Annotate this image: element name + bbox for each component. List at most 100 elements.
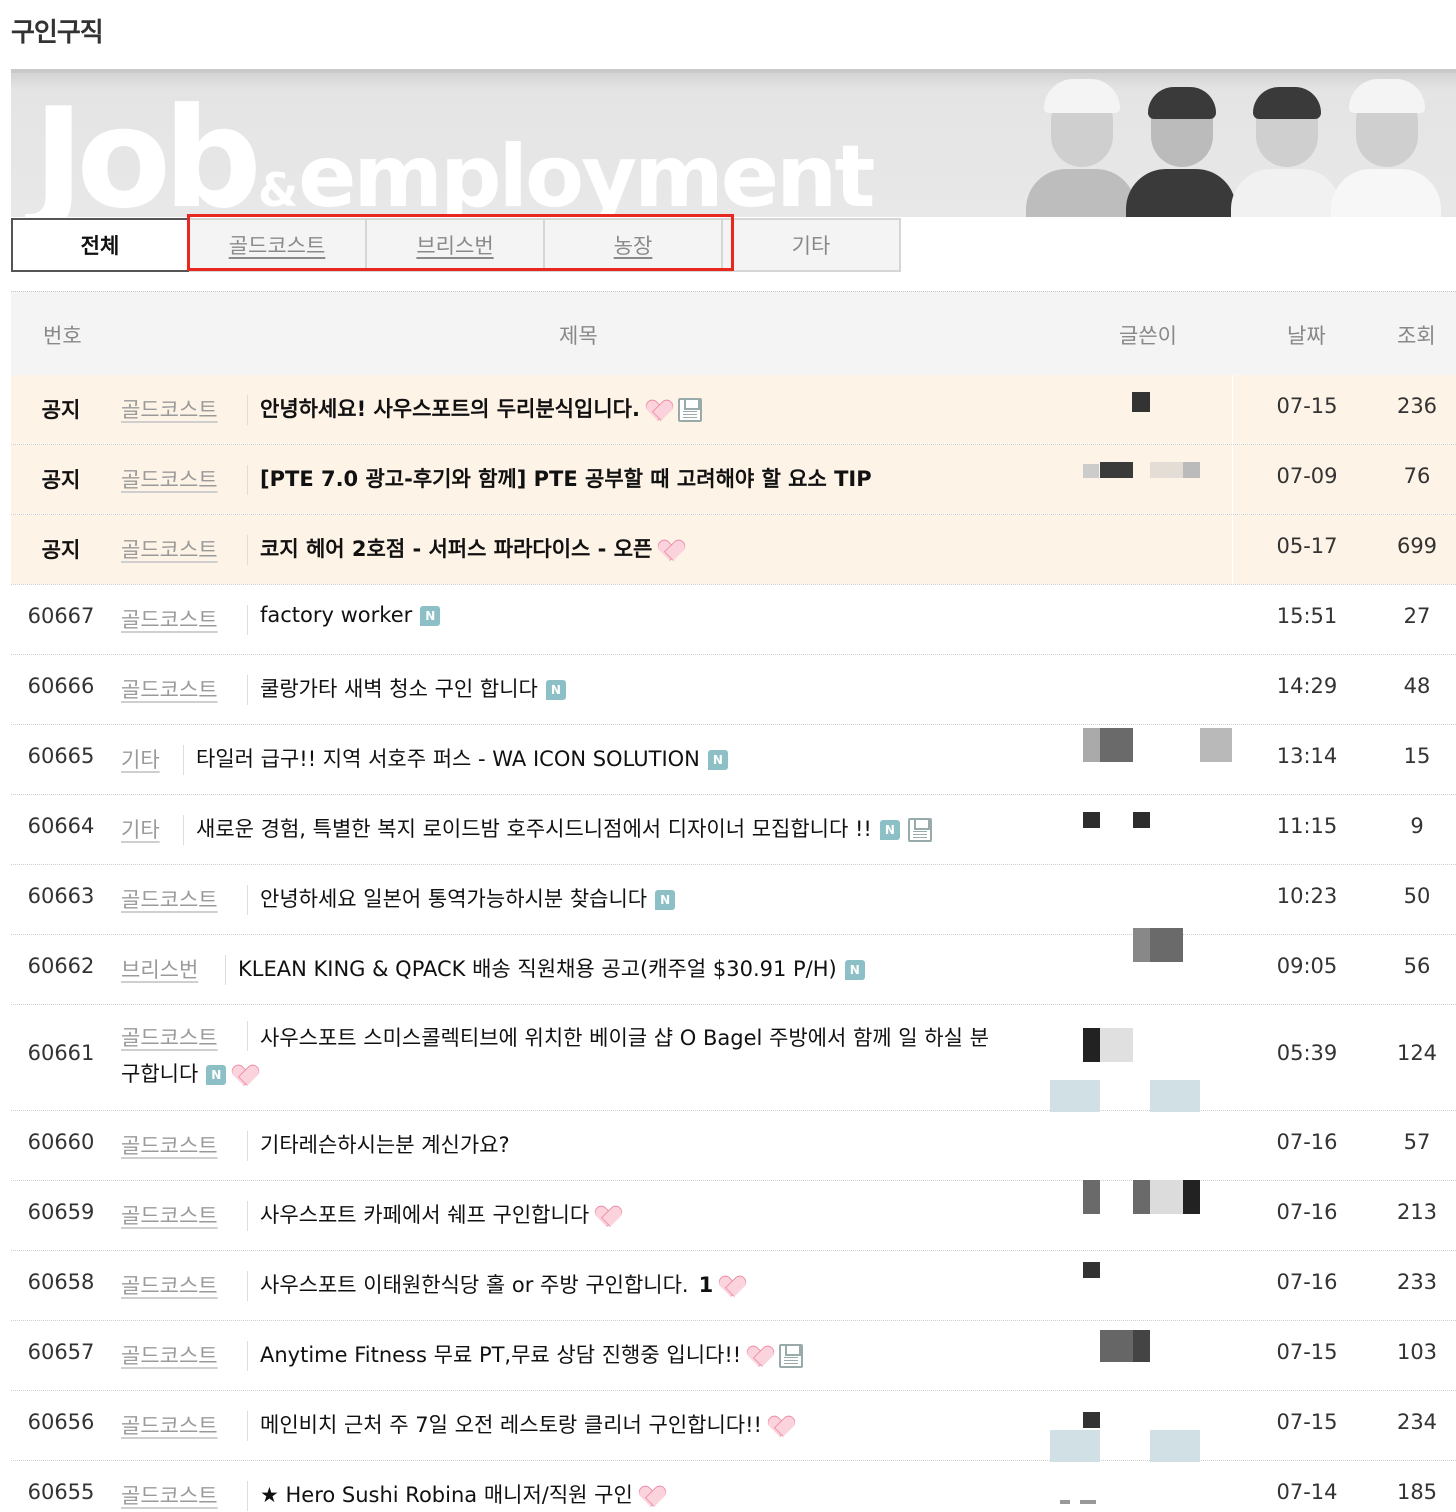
post-category-link[interactable]: 골드코스트 [121, 1410, 218, 1440]
post-date: 07-14 [1276, 1480, 1338, 1504]
post-title-link[interactable]: 메인비치 근처 주 7일 오전 레스토랑 클리너 구인합니다!! [260, 1409, 792, 1439]
table-row[interactable]: 60659 골드코스트 사우스포트 카페에서 쉐프 구인합니다 07-16 213 [11, 1181, 1456, 1251]
post-title-link[interactable]: Anytime Fitness 무료 PT,무료 상담 진행중 입니다!! [260, 1339, 804, 1369]
writer-name-pixelated [1133, 1330, 1150, 1362]
post-views: 233 [1396, 1270, 1438, 1294]
post-date: 07-16 [1276, 1270, 1338, 1294]
table-row[interactable]: 60667 골드코스트 factory worker N 15:51 27 [11, 585, 1456, 655]
post-title-link[interactable]: 사우스포트 이태원한식당 홀 or 주방 구인합니다. 1 [260, 1269, 743, 1299]
post-category-link[interactable]: 골드코스트 [121, 1270, 218, 1300]
post-category-link[interactable]: 골드코스트 [121, 1022, 218, 1052]
post-title-link[interactable]: 코지 헤어 2호점 - 서퍼스 파라다이스 - 오픈 [260, 533, 682, 563]
post-title-link[interactable]: factory worker N [260, 603, 441, 627]
post-number: 60659 [27, 1200, 95, 1224]
post-category-link[interactable]: 골드코스트 [121, 1480, 218, 1510]
post-category-link[interactable]: 기타 [121, 814, 160, 844]
tab-brisbane-label: 브리스번 [416, 234, 494, 258]
writer-name-pixelated [1133, 812, 1150, 828]
writer-name-pixelated [1083, 812, 1100, 828]
post-views: 699 [1396, 534, 1438, 558]
writer-name-pixelated [1083, 1028, 1100, 1062]
post-views: 9 [1410, 814, 1424, 838]
post-title-link[interactable]: 사우스포트 스미스콜렉티브에 위치한 베이글 샵 O Bagel 주방에서 함께… [260, 1022, 989, 1052]
tab-gold-coast[interactable]: 골드코스트 [189, 218, 367, 272]
post-category-link[interactable]: 골드코스트 [121, 1200, 218, 1230]
table-row[interactable]: 60657 골드코스트 Anytime Fitness 무료 PT,무료 상담 진행… [11, 1321, 1456, 1391]
post-title-text: Anytime Fitness 무료 PT,무료 상담 진행중 입니다!! [260, 1343, 742, 1367]
post-views: 185 [1396, 1480, 1438, 1504]
writer-name-pixelated [1133, 1180, 1150, 1214]
table-row[interactable]: 60662 브리스번 KLEAN KING & QPACK 배송 직원채용 공고(캐… [11, 935, 1456, 1005]
post-views: 48 [1403, 674, 1431, 698]
post-title-link[interactable]: KLEAN KING & QPACK 배송 직원채용 공고(캐주얼 $30.91… [238, 953, 865, 983]
post-title-text: 사우스포트 이태원한식당 홀 or 주방 구인합니다. [260, 1273, 689, 1297]
writer-name-pixelated [1083, 1180, 1100, 1214]
post-number: 공지 [41, 538, 81, 562]
tab-all[interactable]: 전체 [11, 218, 189, 272]
post-title-link[interactable]: 새로운 경험, 특별한 복지 로이드밤 호주시드니점에서 디자이너 모집합니다 … [196, 813, 932, 843]
post-category-link[interactable]: 골드코스트 [121, 1340, 218, 1370]
tab-brisbane[interactable]: 브리스번 [367, 218, 545, 272]
post-title-text: 타일러 급구!! 지역 서호주 퍼스 - WA ICON SOLUTION [196, 747, 700, 771]
table-row[interactable]: 60655 골드코스트 ★ Hero Sushi Robina 매니저/직원 구인 0… [11, 1461, 1456, 1512]
post-views: 15 [1403, 744, 1431, 768]
banner-word-amp: & [257, 163, 299, 217]
post-title-link[interactable]: 쿨랑가타 새벽 청소 구인 합니다 N [260, 673, 566, 703]
tab-etc[interactable]: 기타 [723, 218, 901, 272]
post-title-text: KLEAN KING & QPACK 배송 직원채용 공고(캐주얼 $30.91… [238, 957, 837, 981]
table-row[interactable]: 60665 기타 타일러 급구!! 지역 서호주 퍼스 - WA ICON SOLU… [11, 725, 1456, 795]
post-date: 07-16 [1276, 1200, 1338, 1224]
chef-figure [1331, 77, 1441, 217]
post-views: 234 [1396, 1410, 1438, 1434]
post-category-link[interactable]: 골드코스트 [121, 604, 218, 634]
table-row[interactable]: 60663 골드코스트 안녕하세요 일본어 통역가능하시분 찾습니다 N 10:23 50 [11, 865, 1456, 935]
post-views: 57 [1403, 1130, 1431, 1154]
post-category-link[interactable]: 골드코스트 [121, 534, 218, 564]
comment-count[interactable]: 1 [699, 1273, 714, 1297]
post-title-link[interactable]: 안녕하세요! 사우스포트의 두리분식입니다. [260, 393, 702, 423]
table-row[interactable]: 60666 골드코스트 쿨랑가타 새벽 청소 구인 합니다 N 14:29 48 [11, 655, 1456, 725]
table-row[interactable]: 60656 골드코스트 메인비치 근처 주 7일 오전 레스토랑 클리너 구인합니다… [11, 1391, 1456, 1461]
writer-name-pixelated [1050, 1430, 1100, 1462]
writer-name-pixelated [1083, 464, 1099, 478]
tab-gold-coast-label: 골드코스트 [228, 234, 326, 258]
table-row[interactable]: 60664 기타 새로운 경험, 특별한 복지 로이드밤 호주시드니점에서 디자이너… [11, 795, 1456, 865]
notice-row[interactable]: 공지 골드코스트 코지 헤어 2호점 - 서퍼스 파라다이스 - 오픈 05-17 69… [11, 515, 1456, 585]
post-number: 60656 [27, 1410, 95, 1434]
post-title-continued[interactable]: 구합니다 N [121, 1058, 256, 1088]
post-category-link[interactable]: 골드코스트 [121, 1130, 218, 1160]
notice-row[interactable]: 공지 골드코스트 [PTE 7.0 광고-후기와 함께] PTE 공부할 때 고려해… [11, 445, 1456, 515]
tab-farm[interactable]: 농장 [545, 218, 723, 272]
writer-name-pixelated [1150, 462, 1183, 478]
new-icon: N [844, 960, 865, 980]
post-category-link[interactable]: 기타 [121, 744, 160, 774]
post-category-link[interactable]: 골드코스트 [121, 394, 218, 424]
table-row[interactable]: 60660 골드코스트 기타레슨하시는분 계신가요? 07-16 57 [11, 1111, 1456, 1181]
category-divider [247, 1271, 248, 1301]
post-category-link[interactable]: 골드코스트 [121, 464, 218, 494]
category-divider [183, 745, 184, 775]
banner-people-image [1006, 73, 1456, 217]
post-title-link[interactable]: [PTE 7.0 광고-후기와 함께] PTE 공부할 때 고려해야 할 요소 … [260, 463, 872, 493]
new-icon: N [879, 820, 900, 840]
writer-name-pixelated [1150, 1080, 1200, 1112]
table-row[interactable]: 60658 골드코스트 사우스포트 이태원한식당 홀 or 주방 구인합니다. 1 07… [11, 1251, 1456, 1321]
post-title-link[interactable]: 타일러 급구!! 지역 서호주 퍼스 - WA ICON SOLUTION N [196, 743, 728, 773]
post-views: 27 [1403, 604, 1431, 628]
post-title-text: 사우스포트 카페에서 쉐프 구인합니다 [260, 1203, 590, 1227]
post-category-link[interactable]: 브리스번 [121, 954, 198, 984]
post-title-link[interactable]: ★ Hero Sushi Robina 매니저/직원 구인 [260, 1479, 663, 1509]
disk-icon [677, 398, 702, 422]
new-icon: N [545, 680, 566, 700]
post-title-link[interactable]: 기타레슨하시는분 계신가요? [260, 1129, 510, 1159]
notice-row[interactable]: 공지 골드코스트 안녕하세요! 사우스포트의 두리분식입니다. 07-15 236 [11, 375, 1456, 445]
post-category-link[interactable]: 골드코스트 [121, 674, 218, 704]
writer-name-pixelated [1083, 1412, 1100, 1428]
table-row[interactable]: 60661 골드코스트 사우스포트 스미스콜렉티브에 위치한 베이글 샵 O Bag… [11, 1005, 1456, 1111]
post-title-link[interactable]: 사우스포트 카페에서 쉐프 구인합니다 [260, 1199, 619, 1229]
post-date: 13:14 [1276, 744, 1338, 768]
post-title-link[interactable]: 안녕하세요 일본어 통역가능하시분 찾습니다 N [260, 883, 676, 913]
post-title-text: 새로운 경험, 특별한 복지 로이드밤 호주시드니점에서 디자이너 모집합니다 … [196, 817, 872, 841]
post-category-link[interactable]: 골드코스트 [121, 884, 218, 914]
tab-all-label: 전체 [80, 234, 120, 258]
